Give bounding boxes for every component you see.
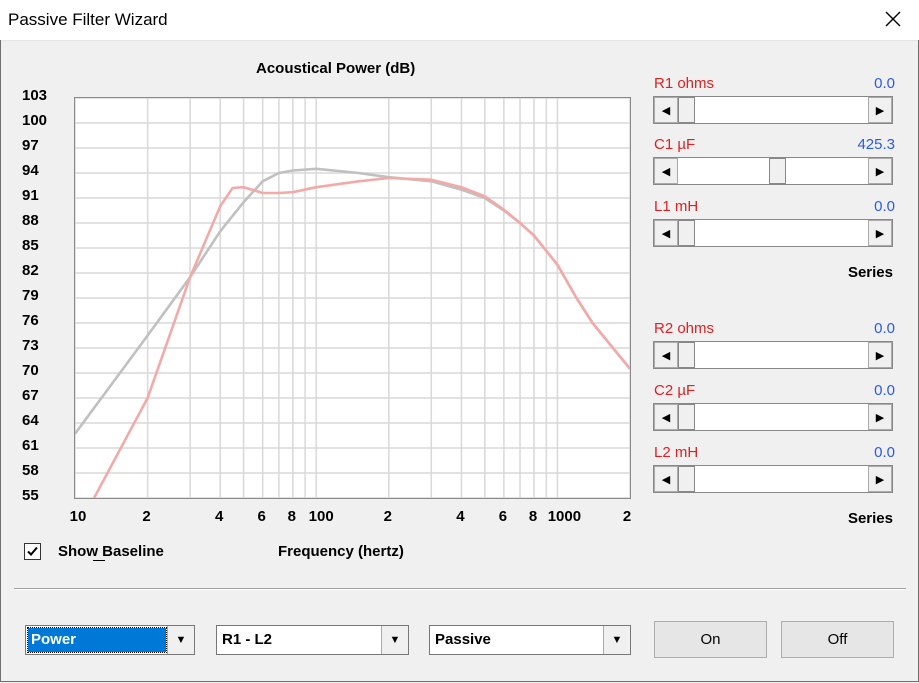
- range-dropdown[interactable]: R1 - L2 ▼: [216, 625, 409, 655]
- param-scrollbar[interactable]: ◀ ▶: [653, 157, 893, 185]
- x-tick-label: 2: [622, 508, 632, 525]
- param-value: 0.0: [874, 382, 895, 399]
- show-baseline-text: Show Baseline: [58, 543, 164, 560]
- scroll-thumb[interactable]: [678, 466, 695, 492]
- series-group-label: Series: [847, 510, 893, 527]
- y-tick-label: 64: [22, 412, 39, 429]
- checkmark-icon: [27, 546, 38, 556]
- x-tick-label: 10: [69, 508, 87, 525]
- scroll-right-icon[interactable]: ▶: [868, 404, 892, 430]
- mode-dropdown-value: Power: [27, 627, 167, 653]
- param-label: L2 mH: [654, 444, 699, 461]
- scroll-thumb[interactable]: [678, 404, 695, 430]
- y-tick-label: 70: [22, 362, 39, 379]
- y-tick-label: 58: [22, 462, 39, 479]
- y-tick-label: 55: [22, 487, 39, 504]
- param-label: R1 ohms: [654, 75, 715, 92]
- x-tick-label: 2: [142, 508, 151, 525]
- x-axis-label: Frequency (hertz): [278, 543, 404, 560]
- y-tick-label: 67: [22, 387, 39, 404]
- on-button[interactable]: On: [654, 621, 767, 658]
- scroll-thumb[interactable]: [769, 158, 786, 184]
- y-tick-label: 79: [22, 287, 39, 304]
- close-icon[interactable]: [881, 7, 905, 31]
- series-group-label: Series: [847, 264, 893, 281]
- scroll-left-icon[interactable]: ◀: [654, 158, 678, 184]
- title-bar: Passive Filter Wizard: [0, 0, 919, 41]
- filter-type-dropdown-value: Passive: [435, 631, 491, 648]
- param-label: C1 µF: [654, 136, 696, 153]
- y-tick-label: 94: [22, 162, 39, 179]
- param-value: 0.0: [874, 320, 895, 337]
- window-title: Passive Filter Wizard: [8, 10, 168, 29]
- param-scrollbar[interactable]: ◀ ▶: [653, 465, 893, 493]
- y-tick-label: 76: [22, 312, 39, 329]
- y-tick-label: 97: [22, 137, 39, 154]
- filter-type-dropdown[interactable]: Passive ▼: [429, 625, 631, 655]
- chevron-down-icon[interactable]: ▼: [381, 626, 408, 654]
- param-scrollbar[interactable]: ◀ ▶: [653, 403, 893, 431]
- x-tick-label: 2: [383, 508, 392, 525]
- y-tick-label: 82: [22, 262, 39, 279]
- y-tick-label: 73: [22, 337, 39, 354]
- y-tick-label: 91: [22, 187, 39, 204]
- show-baseline-label: Show Baseline: [58, 543, 164, 561]
- mnemonic-underline: [93, 560, 105, 561]
- param-value: 425.3: [857, 136, 895, 153]
- range-dropdown-value: R1 - L2: [222, 631, 273, 648]
- y-tick-label: 100: [22, 112, 48, 129]
- x-tick-label: 100: [308, 508, 334, 525]
- param-label: L1 mH: [654, 198, 699, 215]
- scroll-left-icon[interactable]: ◀: [654, 404, 678, 430]
- scroll-left-icon[interactable]: ◀: [654, 466, 678, 492]
- param-label: C2 µF: [654, 382, 696, 399]
- param-scrollbar[interactable]: ◀ ▶: [653, 96, 893, 124]
- param-label: R2 ohms: [654, 320, 715, 337]
- y-tick-label: 61: [22, 437, 39, 454]
- frequency-response-chart: [73, 97, 632, 499]
- chart-title: Acoustical Power (dB): [256, 60, 416, 77]
- series-line-2: [92, 176, 632, 499]
- x-tick-label: 1000: [547, 508, 582, 525]
- plot-area: [73, 97, 632, 499]
- chevron-down-icon[interactable]: ▼: [167, 626, 194, 654]
- scroll-left-icon[interactable]: ◀: [654, 342, 678, 368]
- scroll-right-icon[interactable]: ▶: [868, 220, 892, 246]
- param-value: 0.0: [874, 444, 895, 461]
- scroll-thumb[interactable]: [678, 220, 695, 246]
- separator: [14, 588, 906, 590]
- show-baseline-checkbox[interactable]: [24, 543, 41, 560]
- scroll-thumb[interactable]: [678, 342, 695, 368]
- off-button[interactable]: Off: [781, 621, 894, 658]
- param-value: 0.0: [874, 75, 895, 92]
- chevron-down-icon[interactable]: ▼: [603, 626, 630, 654]
- scroll-right-icon[interactable]: ▶: [868, 97, 892, 123]
- param-scrollbar[interactable]: ◀ ▶: [653, 219, 893, 247]
- scroll-left-icon[interactable]: ◀: [654, 220, 678, 246]
- scroll-left-icon[interactable]: ◀: [654, 97, 678, 123]
- param-scrollbar[interactable]: ◀ ▶: [653, 341, 893, 369]
- y-tick-label: 88: [22, 212, 39, 229]
- mode-dropdown[interactable]: Power ▼: [25, 625, 195, 655]
- y-tick-label: 85: [22, 237, 39, 254]
- scroll-right-icon[interactable]: ▶: [868, 466, 892, 492]
- param-value: 0.0: [874, 198, 895, 215]
- scroll-thumb[interactable]: [678, 97, 695, 123]
- y-tick-label: 103: [22, 87, 48, 104]
- scroll-right-icon[interactable]: ▶: [868, 158, 892, 184]
- scroll-right-icon[interactable]: ▶: [868, 342, 892, 368]
